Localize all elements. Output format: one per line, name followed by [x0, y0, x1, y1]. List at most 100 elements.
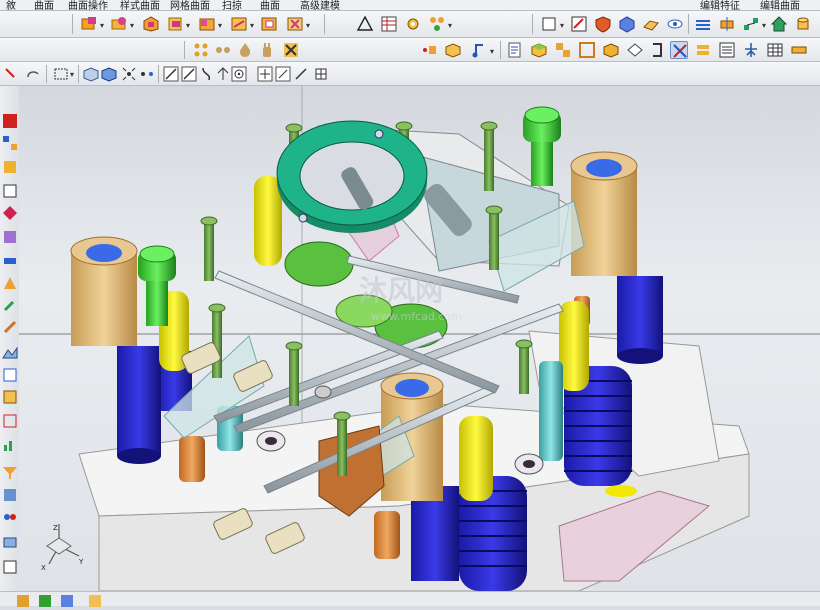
status-icon[interactable]: [14, 592, 29, 607]
dropdown-arrow-icon[interactable]: ▾: [490, 47, 494, 56]
menu-item[interactable]: 高级建模: [300, 0, 340, 10]
pattern-icon[interactable]: [428, 15, 446, 33]
circle-center-icon[interactable]: [230, 65, 248, 83]
menu-item[interactable]: 样式曲面: [120, 0, 160, 10]
tree-icon[interactable]: [742, 41, 760, 59]
move-icon[interactable]: [718, 15, 736, 33]
reuse-library-icon[interactable]: [1, 182, 17, 198]
dropdown-arrow-icon[interactable]: ▾: [218, 21, 222, 30]
sheet-icon[interactable]: [642, 15, 660, 33]
trim-sheet-icon[interactable]: [80, 15, 98, 33]
dropdown-arrow-icon[interactable]: ▾: [130, 21, 134, 30]
boxes-icon[interactable]: [554, 41, 572, 59]
roles-icon[interactable]: [1, 252, 17, 268]
cylinder-icon[interactable]: [794, 15, 812, 33]
diagonal-icon[interactable]: [292, 65, 310, 83]
list-icon[interactable]: [718, 41, 736, 59]
solid-icon[interactable]: [602, 41, 620, 59]
crosshair-icon[interactable]: [256, 65, 274, 83]
hand-icon[interactable]: [258, 41, 276, 59]
diamond-icon[interactable]: [626, 41, 644, 59]
enlarge-icon[interactable]: [260, 15, 278, 33]
point-set-icon[interactable]: [420, 41, 438, 59]
wrench-icon[interactable]: [1, 296, 17, 312]
assembly-icon[interactable]: [1, 134, 17, 150]
dropdown-arrow-icon[interactable]: ▾: [306, 21, 310, 30]
sew-icon[interactable]: [110, 15, 128, 33]
square-icon[interactable]: [540, 15, 558, 33]
sketch-icon[interactable]: [570, 15, 588, 33]
box-icon[interactable]: [444, 41, 462, 59]
pencil-icon[interactable]: [1, 318, 17, 334]
dots-icon[interactable]: [192, 41, 210, 59]
layer-icon[interactable]: [694, 15, 712, 33]
dropdown-arrow-icon[interactable]: ▾: [70, 70, 74, 79]
shield-icon[interactable]: [594, 15, 612, 33]
offset-face-icon[interactable]: [142, 15, 160, 33]
eye-icon[interactable]: [666, 15, 684, 33]
layers-icon[interactable]: [1, 486, 17, 502]
slash-icon[interactable]: [274, 65, 292, 83]
menu-item[interactable]: 编辑特征: [700, 0, 740, 10]
dropdown-arrow-icon[interactable]: ▾: [186, 21, 190, 30]
table-grid-icon[interactable]: [766, 41, 784, 59]
cube-icon[interactable]: [530, 41, 548, 59]
patch-icon[interactable]: [166, 15, 184, 33]
frame-tool-icon[interactable]: [1, 412, 17, 428]
part-navigator-icon[interactable]: [1, 112, 17, 128]
chain-icon[interactable]: [214, 41, 232, 59]
home-icon[interactable]: [770, 15, 788, 33]
menu-item[interactable]: 曲面: [34, 0, 54, 10]
arc-icon[interactable]: [180, 65, 198, 83]
graphics-viewport[interactable]: 沐风网 www.mfcad.com Z X Y: [19, 86, 820, 591]
table-icon[interactable]: [380, 15, 398, 33]
dropdown-arrow-icon[interactable]: ▾: [100, 21, 104, 30]
save-icon[interactable]: [1, 558, 17, 574]
delete-face-icon[interactable]: [286, 15, 304, 33]
snap-endpoint-icon[interactable]: [120, 65, 138, 83]
menu-item[interactable]: 网格曲面: [170, 0, 210, 10]
history-icon[interactable]: [1, 158, 17, 174]
thicken-icon[interactable]: [230, 15, 248, 33]
menu-item[interactable]: 曲面操作: [68, 0, 108, 10]
funnel-icon[interactable]: [1, 464, 17, 480]
terrain-icon[interactable]: [1, 344, 18, 360]
people-icon[interactable]: [1, 510, 17, 526]
snap-midpoint-icon[interactable]: [138, 65, 156, 83]
network-icon[interactable]: [742, 15, 760, 33]
frame-icon[interactable]: [578, 41, 596, 59]
tools-icon[interactable]: [670, 41, 688, 59]
palette-icon[interactable]: [1, 274, 17, 290]
extend-sheet-icon[interactable]: [198, 15, 216, 33]
document-icon[interactable]: [506, 41, 524, 59]
web-browser-icon[interactable]: [1, 228, 17, 244]
gear-icon[interactable]: [404, 15, 422, 33]
flame-icon[interactable]: [236, 41, 254, 59]
stack-icon[interactable]: [694, 41, 712, 59]
x-tool-icon[interactable]: [282, 41, 300, 59]
feature-icon[interactable]: [1, 204, 17, 220]
block-icon[interactable]: [618, 15, 636, 33]
rotate-icon[interactable]: [1, 366, 17, 382]
menu-item[interactable]: 曲面: [260, 0, 280, 10]
monitor-icon[interactable]: [1, 534, 17, 550]
status-icon[interactable]: [86, 592, 101, 607]
menu-item[interactable]: 扫掠: [222, 0, 242, 10]
triangle-icon[interactable]: [356, 15, 374, 33]
status-icon[interactable]: [36, 592, 51, 607]
view-wire-icon[interactable]: [100, 65, 118, 83]
chart-icon[interactable]: [1, 436, 17, 452]
dropdown-arrow-icon[interactable]: ▾: [560, 21, 564, 30]
note-icon[interactable]: [470, 41, 488, 59]
dropdown-arrow-icon[interactable]: ▾: [762, 21, 766, 30]
view-shaded-icon[interactable]: [82, 65, 100, 83]
grid-icon[interactable]: [312, 65, 330, 83]
menu-item[interactable]: 敘: [6, 0, 16, 10]
book-icon[interactable]: [1, 388, 17, 404]
dropdown-arrow-icon[interactable]: ▾: [448, 21, 452, 30]
box-select-icon[interactable]: [52, 65, 70, 83]
bracket-icon[interactable]: [648, 41, 666, 59]
dropdown-arrow-icon[interactable]: ▾: [250, 21, 254, 30]
line-icon[interactable]: [162, 65, 180, 83]
redo-icon[interactable]: [24, 65, 42, 83]
